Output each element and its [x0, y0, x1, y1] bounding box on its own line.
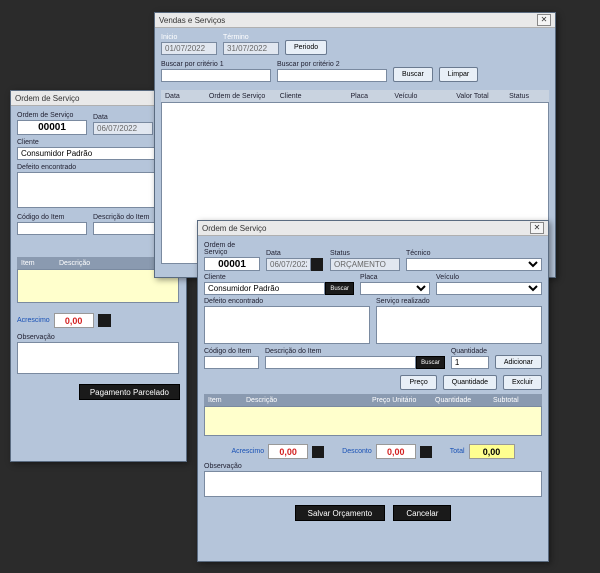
- label-obs: Observação: [204, 463, 542, 470]
- col-placa: Placa: [347, 93, 391, 100]
- quantidade-button[interactable]: Quantidade: [443, 375, 497, 390]
- status-input[interactable]: [330, 258, 400, 271]
- periodo-button[interactable]: Periodo: [285, 40, 327, 55]
- buscar-button[interactable]: Buscar: [393, 67, 433, 82]
- acrescimo-button[interactable]: [312, 446, 324, 458]
- col-cliente: Cliente: [276, 93, 347, 100]
- col-status: Status: [505, 93, 549, 100]
- desconto-value: 0,00: [387, 447, 405, 457]
- col-sub: Subtotal: [489, 397, 542, 404]
- os-window-foreground: Ordem de Serviço ✕ Ordem de Serviço Data…: [197, 220, 549, 562]
- titlebar: Vendas e Serviços ✕: [155, 13, 555, 28]
- acrescimo-button[interactable]: [98, 314, 111, 327]
- salvar-button[interactable]: Salvar Orçamento: [295, 505, 385, 521]
- placa-select[interactable]: [360, 282, 430, 295]
- col-valor: Valor Total: [452, 93, 505, 100]
- adicionar-button[interactable]: Adicionar: [495, 355, 542, 369]
- label-servico: Serviço realizado: [376, 298, 542, 305]
- label-acrescimo: Acrescimo: [17, 317, 50, 324]
- buscar-cliente-button[interactable]: Buscar: [325, 282, 354, 295]
- label-crit1: Buscar por critério 1: [161, 61, 271, 68]
- defeito-textarea[interactable]: [204, 306, 370, 344]
- pagamento-button[interactable]: Pagamento Parcelado: [79, 384, 180, 400]
- date-input[interactable]: [266, 258, 311, 271]
- codigo-input[interactable]: [204, 356, 259, 369]
- label-codigo: Código do Item: [17, 214, 87, 221]
- tecnico-select[interactable]: [406, 258, 542, 271]
- label-tecnico: Técnico: [406, 250, 542, 257]
- inicio-input[interactable]: [161, 42, 217, 55]
- termino-input[interactable]: [223, 42, 279, 55]
- cancelar-button[interactable]: Cancelar: [393, 505, 451, 521]
- label-data: Data: [93, 114, 153, 121]
- label-obs: Observação: [17, 334, 180, 341]
- os-number-input[interactable]: [204, 257, 260, 271]
- label-termino: Término: [223, 34, 279, 41]
- os-number-input[interactable]: [17, 120, 87, 135]
- desconto-button[interactable]: [420, 446, 432, 458]
- cliente-input[interactable]: [204, 282, 325, 295]
- label-codigo: Código do Item: [204, 348, 259, 355]
- label-crit2: Buscar por critério 2: [277, 61, 387, 68]
- col-preco: Preço Unitário: [368, 397, 431, 404]
- label-defeito: Defeito encontrado: [204, 298, 370, 305]
- label-qtd: Quantidade: [451, 348, 489, 355]
- col-veiculo: Veículo: [390, 93, 452, 100]
- items-table-header: Item Descrição Preço Unitário Quantidade…: [204, 394, 542, 406]
- obs-textarea[interactable]: [204, 471, 542, 497]
- cliente-input[interactable]: [17, 147, 177, 160]
- label-placa: Placa: [360, 274, 430, 281]
- excluir-button[interactable]: Excluir: [503, 375, 542, 390]
- col-desc: Descrição: [55, 260, 94, 267]
- veiculo-select[interactable]: [436, 282, 542, 295]
- total-value: 0,00: [483, 447, 501, 457]
- col-os: Ordem de Serviço: [205, 93, 276, 100]
- buscar-item-button[interactable]: Buscar: [416, 356, 445, 369]
- table-header: Data Ordem de Serviço Cliente Placa Veíc…: [161, 90, 549, 102]
- date-picker-button[interactable]: [311, 258, 323, 271]
- label-veiculo: Veículo: [436, 274, 542, 281]
- label-cliente: Cliente: [204, 274, 354, 281]
- label-inicio: Inicio: [161, 34, 217, 41]
- label-desconto: Desconto: [342, 448, 372, 455]
- close-icon[interactable]: ✕: [530, 222, 544, 234]
- acrescimo-value: 0,00: [279, 447, 297, 457]
- date-input[interactable]: [93, 122, 153, 135]
- crit2-input[interactable]: [277, 69, 387, 82]
- qtd-input[interactable]: [451, 356, 489, 369]
- titlebar: Ordem de Serviço ✕: [198, 221, 548, 236]
- label-acrescimo: Acrescimo: [231, 448, 264, 455]
- obs-textarea[interactable]: [17, 342, 179, 374]
- label-status: Status: [330, 250, 400, 257]
- servico-textarea[interactable]: [376, 306, 542, 344]
- crit1-input[interactable]: [161, 69, 271, 82]
- preco-button[interactable]: Preço: [400, 375, 436, 390]
- label-os: Ordem de Serviço: [17, 112, 87, 119]
- col-quant: Quantidade: [431, 397, 489, 404]
- close-icon[interactable]: ✕: [537, 14, 551, 26]
- col-desc: Descrição: [242, 397, 368, 404]
- codigo-input[interactable]: [17, 222, 87, 235]
- acrescimo-value: 0,00: [65, 316, 83, 326]
- col-item: Item: [17, 260, 55, 267]
- descricao-input[interactable]: [265, 356, 416, 369]
- label-data: Data: [266, 250, 324, 257]
- items-table-body[interactable]: [204, 406, 542, 436]
- label-total: Total: [450, 448, 465, 455]
- window-title: Ordem de Serviço: [202, 224, 530, 233]
- label-os: Ordem de Serviço: [204, 242, 260, 256]
- window-title: Vendas e Serviços: [159, 16, 537, 25]
- label-descricao: Descrição do Item: [265, 348, 445, 355]
- col-item: Item: [204, 397, 242, 404]
- col-data: Data: [161, 93, 205, 100]
- limpar-button[interactable]: Limpar: [439, 67, 478, 82]
